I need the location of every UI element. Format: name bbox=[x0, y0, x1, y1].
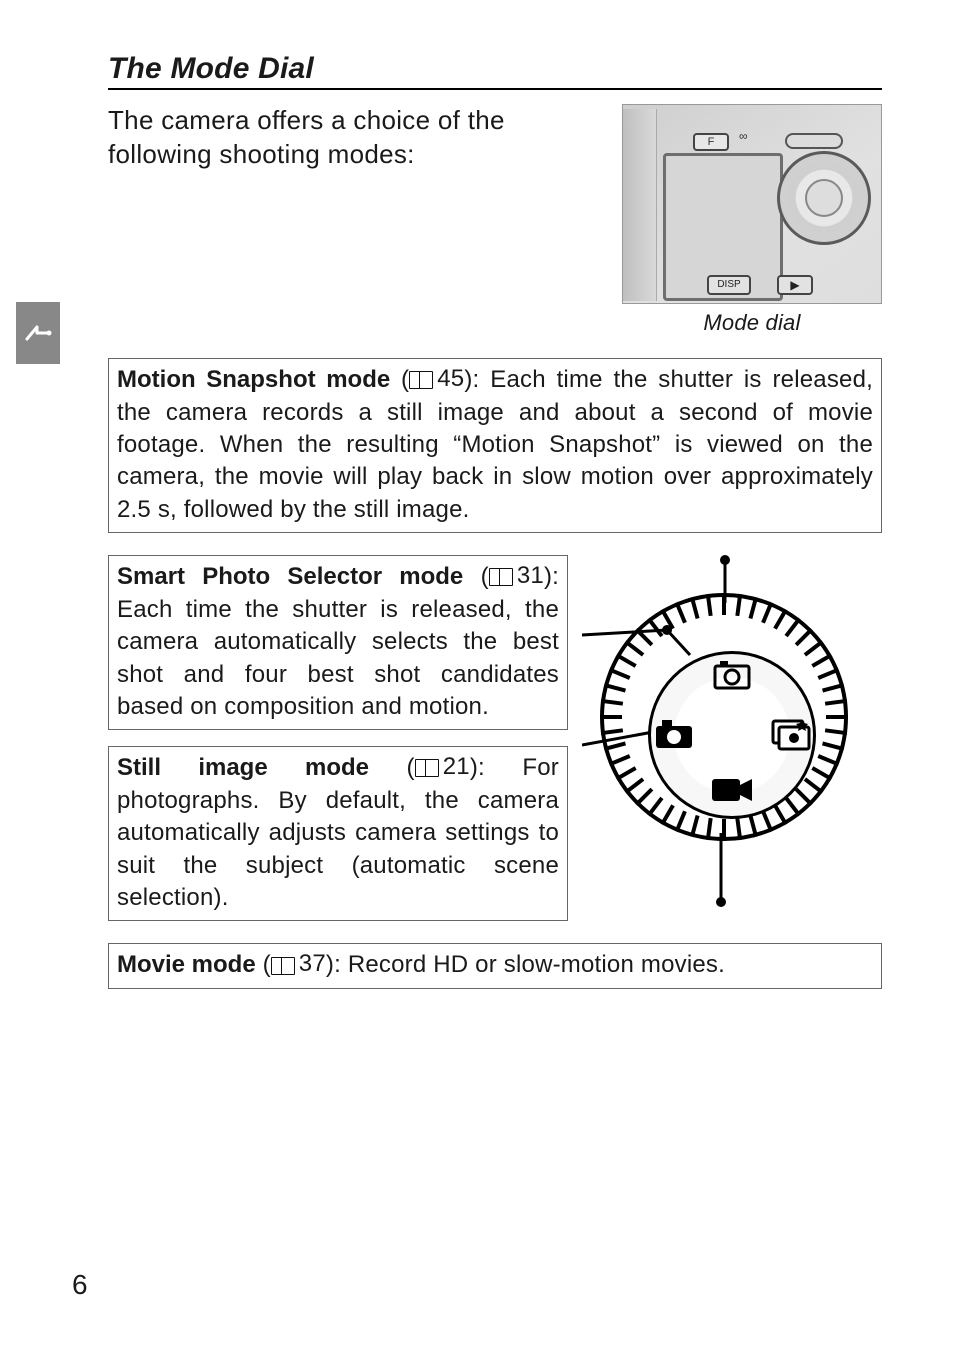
camera-top-figure: F ∞ DISP ▶ Mode dial bbox=[622, 104, 882, 336]
dial-inner bbox=[648, 651, 816, 819]
book-icon bbox=[271, 957, 295, 973]
thumbnail-caption: Mode dial bbox=[622, 310, 882, 336]
motion-page: 45 bbox=[437, 363, 464, 395]
smart-page: 31 bbox=[517, 560, 544, 592]
section-title: The Mode Dial bbox=[108, 52, 882, 90]
mode-dial-cap bbox=[805, 179, 843, 217]
movie-mode-icon bbox=[709, 774, 755, 808]
page-number: 6 bbox=[72, 1269, 88, 1301]
movie-page: 37 bbox=[299, 948, 326, 980]
movie-open: ( bbox=[263, 952, 271, 979]
still-page: 21 bbox=[443, 751, 470, 783]
intro-text: The camera offers a choice of the follow… bbox=[108, 104, 604, 172]
smart-head: Smart Photo Selector mode bbox=[117, 563, 463, 590]
camera-top-thumbnail: F ∞ DISP ▶ bbox=[622, 104, 882, 304]
grip bbox=[623, 109, 657, 301]
movie-head: Movie mode bbox=[117, 952, 256, 979]
book-icon bbox=[415, 759, 439, 775]
motion-head: Motion Snapshot mode bbox=[117, 366, 390, 393]
smart-photo-icon bbox=[769, 716, 811, 754]
motion-snapshot-box: Motion Snapshot mode (45): Each time the… bbox=[108, 358, 882, 533]
disp-button-icon: DISP bbox=[707, 275, 751, 295]
still-image-icon bbox=[653, 718, 695, 752]
still-head: Still image mode bbox=[117, 754, 369, 781]
mode-dial-figure bbox=[582, 555, 882, 915]
shutter-bar bbox=[785, 133, 843, 149]
motion-open: ( bbox=[401, 366, 409, 393]
book-icon bbox=[489, 568, 513, 584]
movie-mode-box: Movie mode (37): Record HD or slow-motio… bbox=[108, 943, 882, 989]
book-icon bbox=[409, 371, 433, 387]
smart-open: ( bbox=[481, 563, 489, 590]
play-button-icon: ▶ bbox=[777, 275, 813, 295]
motion-snapshot-icon bbox=[712, 660, 752, 694]
smart-photo-box: Smart Photo Selector mode (31): Each tim… bbox=[108, 555, 568, 730]
still-image-box: Still image mode (21): For photographs. … bbox=[108, 746, 568, 921]
movie-body: ): Record HD or slow-motion movies. bbox=[326, 952, 725, 979]
f-button-icon: F bbox=[693, 133, 729, 151]
side-tab-icon bbox=[16, 302, 60, 364]
link-icon: ∞ bbox=[739, 129, 748, 143]
still-open: ( bbox=[407, 754, 415, 781]
